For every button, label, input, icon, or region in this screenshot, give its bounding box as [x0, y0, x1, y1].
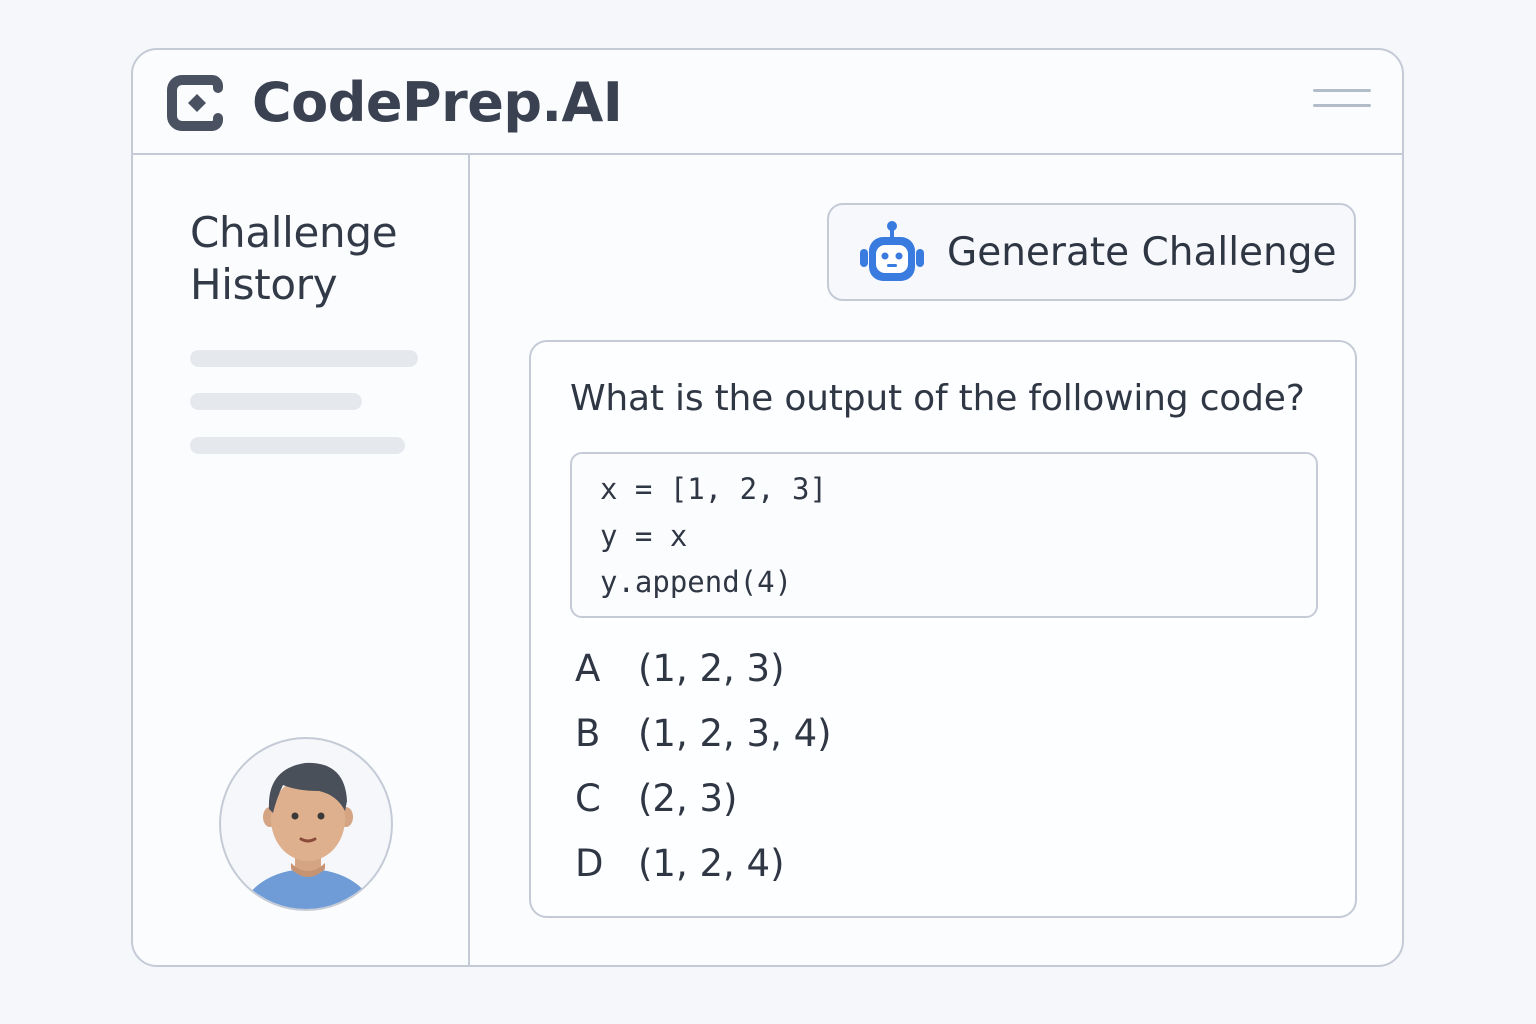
generate-challenge-button[interactable]: Generate Challenge	[827, 203, 1356, 301]
code-line: y.append(4)	[600, 565, 793, 599]
code-line: y = x	[600, 519, 688, 553]
code-line: x = [1, 2, 3]	[600, 472, 827, 506]
option-letter: D	[575, 842, 604, 885]
answer-option-b[interactable]: B (1, 2, 3, 4)	[575, 708, 1275, 760]
option-text: (1, 2, 3)	[638, 647, 785, 690]
history-item-placeholder[interactable]	[190, 437, 405, 454]
answer-option-d[interactable]: D (1, 2, 4)	[575, 838, 1275, 890]
generate-challenge-label: Generate Challenge	[947, 230, 1337, 275]
option-text: (1, 2, 4)	[638, 842, 785, 885]
option-letter: C	[575, 777, 601, 820]
sidebar-title: Challenge History	[190, 208, 398, 309]
hamburger-menu-icon[interactable]	[1313, 87, 1373, 113]
sidebar: Challenge History	[133, 155, 470, 965]
history-item-placeholder[interactable]	[190, 350, 418, 367]
user-avatar[interactable]	[219, 737, 393, 911]
challenge-card: What is the output of the following code…	[529, 340, 1357, 918]
answer-option-c[interactable]: C (2, 3)	[575, 773, 1275, 825]
option-letter: A	[575, 647, 601, 690]
codeprep-logo-icon[interactable]	[166, 74, 224, 132]
answer-option-a[interactable]: A (1, 2, 3)	[575, 643, 1275, 695]
app-window: CodePrep.AI Challenge History Generate C…	[131, 48, 1404, 967]
option-letter: B	[575, 712, 601, 755]
app-header: CodePrep.AI	[133, 50, 1402, 155]
option-text: (1, 2, 3, 4)	[638, 712, 832, 755]
person-icon	[242, 762, 374, 909]
robot-icon	[860, 221, 924, 281]
option-text: (2, 3)	[638, 777, 738, 820]
app-brand-title: CodePrep.AI	[252, 71, 623, 134]
code-block: x = [1, 2, 3] y = x y.append(4)	[570, 452, 1318, 618]
history-item-placeholder[interactable]	[190, 393, 362, 410]
challenge-question: What is the output of the following code…	[570, 378, 1305, 419]
